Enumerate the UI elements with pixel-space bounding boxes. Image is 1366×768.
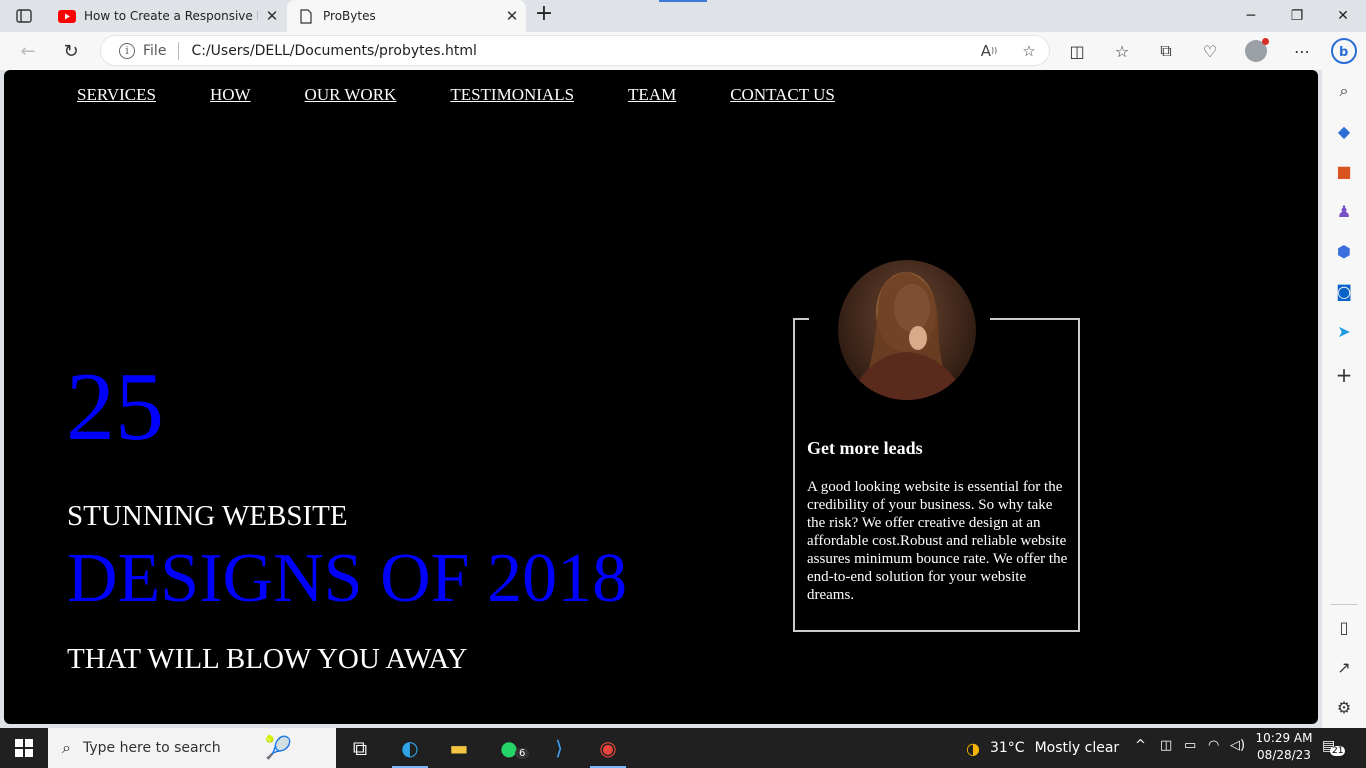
- scheme-label: File: [143, 42, 167, 59]
- weather-widget[interactable]: ◑ 31°C Mostly clear: [966, 728, 1119, 768]
- add-sidebar-app-icon[interactable]: +: [1333, 363, 1355, 387]
- tab-probytes[interactable]: ProBytes ✕: [287, 0, 526, 32]
- tools-briefcase-icon[interactable]: ■: [1333, 160, 1355, 182]
- external-link-icon[interactable]: ↗: [1333, 656, 1355, 678]
- svg-text:b: b: [1339, 45, 1348, 60]
- split-screen-icon[interactable]: ◫: [1063, 38, 1091, 64]
- url-text[interactable]: C:/Users/DELL/Documents/probytes.html: [191, 43, 969, 59]
- windows-taskbar: ⌕ Type here to search 🎾 ⧉ ◐ ▬ ● 6 ⟩ ◉ ◑ 3…: [0, 728, 1366, 768]
- refresh-button[interactable]: ↻: [57, 38, 85, 64]
- address-bar[interactable]: i File C:/Users/DELL/Documents/probytes.…: [100, 35, 1050, 66]
- favorites-icon[interactable]: ☆: [1108, 38, 1136, 64]
- search-icon: ⌕: [62, 738, 71, 757]
- nav-link-testimonials[interactable]: TESTIMONIALS: [450, 85, 574, 105]
- tab-strip: How to Create a Responsive Pers ✕ ProByt…: [0, 0, 1366, 32]
- start-button[interactable]: [0, 728, 48, 768]
- windows-logo-icon: [15, 739, 33, 757]
- card-text: A good looking website is essential for …: [807, 479, 1068, 603]
- youtube-icon: [58, 9, 76, 23]
- battery-icon[interactable]: ▭: [1184, 738, 1196, 753]
- page-icon: [297, 8, 315, 24]
- bing-copilot-icon[interactable]: b: [1330, 38, 1358, 64]
- tab-drag-indicator: [659, 0, 707, 2]
- whatsapp-badge: 6: [515, 748, 530, 759]
- tab-title: ProBytes: [323, 9, 376, 23]
- weather-temp: 31°C: [989, 740, 1025, 756]
- profile-avatar[interactable]: [1245, 38, 1269, 62]
- nav-link-our-work[interactable]: OUR WORK: [305, 85, 397, 105]
- tab-title: How to Create a Responsive Pers: [84, 9, 258, 23]
- show-hidden-icons-chevron-icon[interactable]: ^: [1135, 738, 1146, 753]
- browser-toolbar: ← ↻ i File C:/Users/DELL/Documents/proby…: [0, 32, 1366, 70]
- nav-link-team[interactable]: TEAM: [628, 85, 676, 105]
- whatsapp-icon[interactable]: ● 6: [485, 728, 533, 768]
- browser-sidebar: ⌕ ◆ ■ ♟ ⬢ ◙ ➤ + ▯ ↗ ⚙: [1322, 70, 1366, 728]
- vscode-icon[interactable]: ⟩: [535, 728, 583, 768]
- card-border-segment: [990, 318, 1080, 320]
- taskbar-clock[interactable]: 10:29 AM 08/28/23: [1254, 730, 1314, 764]
- hero-line-1: STUNNING WEBSITE: [67, 500, 348, 532]
- clock-time: 10:29 AM: [1255, 731, 1313, 745]
- hero-number: 25: [66, 353, 164, 461]
- clock-date: 08/28/23: [1257, 748, 1311, 762]
- minimize-button[interactable]: ─: [1228, 0, 1274, 32]
- more-options-icon[interactable]: ⋯: [1288, 38, 1316, 64]
- hero-line-3: THAT WILL BLOW YOU AWAY: [67, 643, 468, 675]
- sidebar-settings-gear-icon[interactable]: ⚙: [1333, 696, 1355, 718]
- chrome-icon[interactable]: ◉: [584, 728, 632, 768]
- favorite-star-icon[interactable]: ☆: [1009, 38, 1049, 64]
- close-tab-icon[interactable]: ✕: [258, 7, 286, 25]
- nav-link-services[interactable]: SERVICES: [77, 85, 156, 105]
- back-button[interactable]: ←: [14, 38, 42, 64]
- portrait-image: [838, 260, 976, 400]
- weather-condition: Mostly clear: [1034, 740, 1120, 756]
- web-page: SERVICES HOW OUR WORK TESTIMONIALS TEAM …: [4, 70, 1318, 724]
- tab-youtube[interactable]: How to Create a Responsive Pers ✕: [48, 0, 286, 32]
- wifi-icon[interactable]: ◠: [1208, 738, 1219, 753]
- search-placeholder: Type here to search: [82, 740, 221, 756]
- outlook-icon[interactable]: ◙: [1333, 280, 1355, 302]
- taskbar-search[interactable]: ⌕ Type here to search 🎾: [48, 728, 336, 768]
- tab-actions-button[interactable]: [10, 6, 38, 26]
- read-aloud-icon[interactable]: A)): [969, 38, 1009, 64]
- divider: [178, 41, 180, 60]
- moon-weather-icon: ◑: [966, 738, 980, 758]
- sidebar-divider: [1330, 604, 1358, 605]
- close-window-button[interactable]: ✕: [1320, 0, 1366, 32]
- restore-button[interactable]: ❐: [1274, 0, 1320, 32]
- file-explorer-icon[interactable]: ▬: [435, 728, 483, 768]
- games-icon[interactable]: ♟: [1333, 200, 1355, 222]
- hero-line-2: DESIGNS OF 2018: [67, 540, 628, 617]
- close-tab-icon[interactable]: ✕: [498, 7, 526, 25]
- new-tab-button[interactable]: +: [533, 3, 555, 26]
- nav-link-how[interactable]: HOW: [210, 85, 251, 105]
- site-nav: SERVICES HOW OUR WORK TESTIMONIALS TEAM …: [77, 85, 889, 105]
- task-view-icon[interactable]: ⧉: [336, 728, 384, 768]
- notification-dot: [1262, 38, 1269, 45]
- notification-count: 21: [1330, 746, 1346, 756]
- search-icon[interactable]: ⌕: [1333, 80, 1355, 102]
- drop-send-icon[interactable]: ➤: [1333, 320, 1355, 342]
- nav-link-contact-us[interactable]: CONTACT US: [730, 85, 835, 105]
- hide-sidebar-icon[interactable]: ▯: [1333, 616, 1355, 638]
- microsoft-365-icon[interactable]: ⬢: [1333, 240, 1355, 262]
- info-icon[interactable]: i: [119, 42, 135, 59]
- card-title: Get more leads: [807, 438, 923, 458]
- card-border-segment: [793, 318, 809, 320]
- shopping-tag-icon[interactable]: ◆: [1333, 120, 1355, 142]
- tab-actions-icon: [16, 9, 32, 23]
- collections-icon[interactable]: ⧉: [1152, 38, 1180, 64]
- volume-icon[interactable]: ◁): [1230, 738, 1245, 753]
- notification-center-icon[interactable]: ▤ 21: [1322, 738, 1346, 758]
- browser-essentials-icon[interactable]: ♡: [1196, 38, 1224, 64]
- meet-now-icon[interactable]: ◫: [1160, 738, 1172, 753]
- tennis-racket-icon: 🎾: [264, 735, 292, 761]
- edge-taskbar-icon[interactable]: ◐: [386, 728, 434, 768]
- window-controls: ─ ❐ ✕: [1228, 0, 1366, 32]
